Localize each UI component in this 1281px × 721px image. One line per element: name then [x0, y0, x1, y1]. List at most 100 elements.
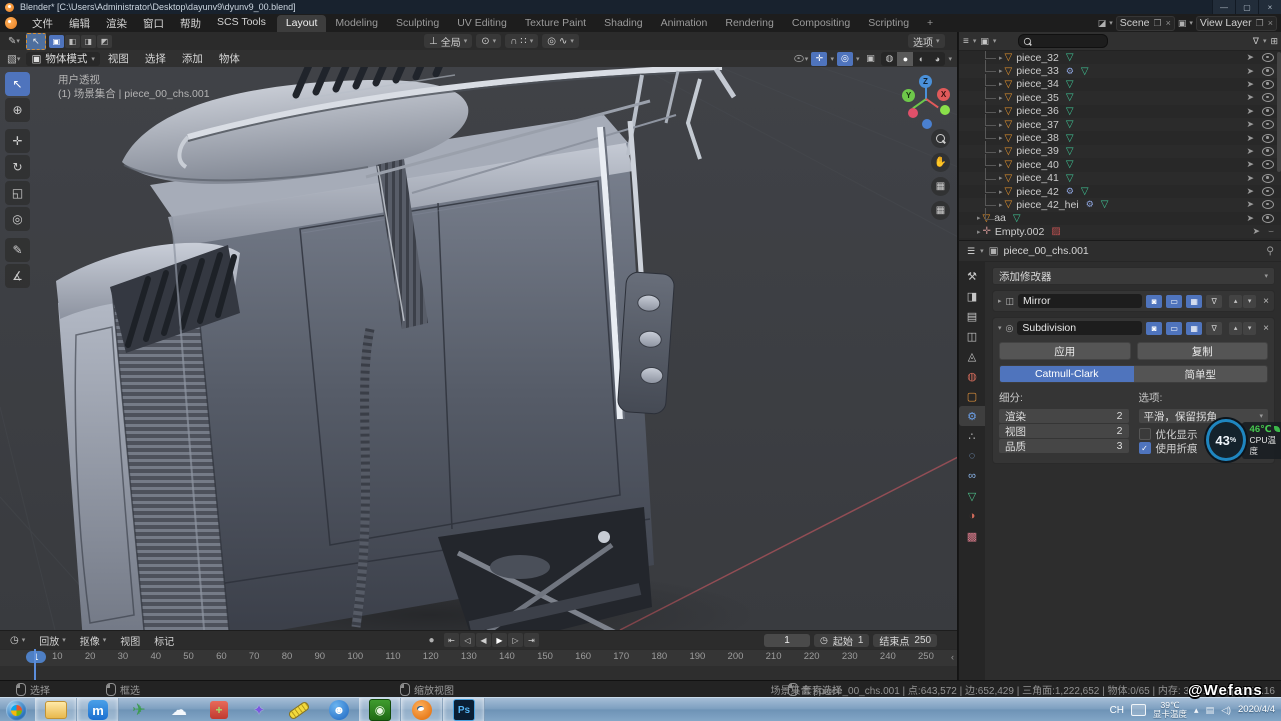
view-layer-dropdown-caret[interactable]: ▾: [1189, 19, 1193, 27]
mode-dropdown[interactable]: ▣ 物体模式 ▾: [26, 52, 99, 66]
perspective-toggle-button[interactable]: ▦: [931, 201, 950, 220]
selectable-flag-icon[interactable]: ➤: [1246, 199, 1254, 210]
selectable-flag-icon[interactable]: ➤: [1246, 106, 1254, 117]
use-preview-range-icon[interactable]: ◷: [820, 635, 828, 646]
selectable-flag-icon[interactable]: ➤: [1246, 186, 1254, 197]
taskbar-app-button[interactable]: m: [77, 698, 119, 721]
mirror-viewport-toggle[interactable]: ▭: [1166, 295, 1182, 308]
eye-icon[interactable]: [1262, 107, 1274, 116]
taskbar-app-button[interactable]: ☻: [319, 698, 359, 721]
properties-tab[interactable]: ▩: [959, 526, 985, 546]
blender-logo-icon[interactable]: [5, 17, 17, 29]
scene-dropdown-caret[interactable]: ▾: [1109, 19, 1113, 27]
select-mode-intersect-icon[interactable]: ◩: [97, 35, 112, 48]
viewport-subdivisions-field[interactable]: 视图2: [999, 424, 1129, 438]
outliner-row[interactable]: ▸ ▽ piece_38 ▽ ➤: [959, 131, 1281, 144]
tool-measure-button[interactable]: ∡: [5, 264, 30, 288]
workspace-tab[interactable]: Rendering: [716, 15, 782, 32]
eye-icon[interactable]: [1262, 80, 1274, 89]
panel-divider[interactable]: [957, 32, 958, 680]
start-button[interactable]: [6, 700, 27, 721]
gizmo-z-neg[interactable]: [922, 119, 932, 129]
mirror-delete-icon[interactable]: ×: [1263, 296, 1269, 307]
selectable-flag-icon[interactable]: ➤: [1246, 119, 1254, 130]
gizmo-y-neg[interactable]: [940, 105, 950, 115]
expand-icon[interactable]: ▸: [999, 188, 1003, 196]
eye-icon[interactable]: [1262, 93, 1274, 102]
mirror-render-toggle[interactable]: ◙: [1146, 295, 1162, 308]
xray-toggle[interactable]: ▣: [862, 52, 878, 66]
viewport-menu-item[interactable]: 视图: [100, 51, 137, 66]
outliner-scrollbar[interactable]: [1277, 52, 1281, 172]
workspace-tab[interactable]: Modeling: [326, 15, 387, 32]
keyboard-icon[interactable]: [1131, 704, 1146, 716]
expand-icon[interactable]: ▸: [999, 121, 1003, 129]
outliner-search[interactable]: [1018, 34, 1108, 48]
optimal-display-checkbox[interactable]: [1139, 428, 1151, 440]
mirror-editmode-toggle[interactable]: ▦: [1186, 295, 1202, 308]
mirror-expand-icon[interactable]: ▸: [998, 297, 1002, 305]
menu-item[interactable]: 编辑: [62, 15, 97, 32]
eye-icon[interactable]: [1262, 67, 1274, 76]
properties-tab[interactable]: ▤: [959, 306, 985, 326]
eye-icon[interactable]: [1262, 200, 1274, 209]
menu-item[interactable]: SCS Tools: [210, 15, 273, 32]
taskbar-app-button[interactable]: ✈: [119, 698, 159, 721]
selectable-flag-icon[interactable]: ➤: [1246, 92, 1254, 103]
minimize-button[interactable]: —: [1212, 0, 1235, 14]
outliner-row[interactable]: ▸ ▽ piece_40 ▽ ➤: [959, 158, 1281, 171]
select-mode-extend-icon[interactable]: ◧: [65, 35, 80, 48]
play-button[interactable]: ▶: [492, 633, 507, 647]
editor-type-selector[interactable]: ▧ ▾: [4, 51, 23, 66]
properties-tab[interactable]: ◍: [959, 366, 985, 386]
workspace-tab[interactable]: Animation: [652, 15, 717, 32]
expand-icon[interactable]: ▸: [999, 107, 1003, 115]
expand-icon[interactable]: ▸: [999, 174, 1003, 182]
select-mode-subtract-icon[interactable]: ◨: [81, 35, 96, 48]
selectable-flag-icon[interactable]: ➤: [1246, 146, 1254, 157]
object-name[interactable]: piece_34: [1016, 78, 1059, 90]
select-mode-new-icon[interactable]: ▣: [49, 35, 64, 48]
subdivision-move-up-icon[interactable]: ▴: [1229, 322, 1242, 335]
camera-view-button[interactable]: ▦: [931, 177, 950, 196]
display-tray-icon[interactable]: ▤: [1206, 705, 1215, 716]
active-tool-selector-icon[interactable]: ✎▾: [5, 34, 23, 49]
subdivision-viewport-toggle[interactable]: ▭: [1166, 322, 1182, 335]
expand-icon[interactable]: ▸: [999, 201, 1003, 209]
expand-icon[interactable]: ▸: [999, 67, 1003, 75]
eye-icon[interactable]: [1262, 147, 1274, 156]
selectable-flag-icon[interactable]: ➤: [1246, 52, 1254, 63]
transform-orientation-dropdown[interactable]: ⊥ 全局 ▾: [424, 34, 472, 48]
menu-item[interactable]: 帮助: [173, 15, 208, 32]
workspace-tab[interactable]: Sculpting: [387, 15, 448, 32]
object-name[interactable]: piece_33: [1016, 65, 1059, 77]
properties-tab[interactable]: ◨: [959, 286, 985, 306]
subdivision-delete-icon[interactable]: ×: [1263, 323, 1269, 334]
scene-copy-icon[interactable]: ❐: [1154, 18, 1162, 29]
view-layer-remove-icon[interactable]: ×: [1268, 18, 1273, 28]
view-layer-copy-icon[interactable]: ❐: [1256, 18, 1264, 29]
selectable-flag-icon[interactable]: ➤: [1253, 226, 1261, 237]
menu-item[interactable]: 渲染: [99, 15, 134, 32]
workspace-tab[interactable]: Texture Paint: [516, 15, 595, 32]
viewport-menu-item[interactable]: 选择: [137, 51, 174, 66]
viewport-3d[interactable]: 用户透视(1) 场景集合 | piece_00_chs.001 ↖ ⊕ ✛ ↻ …: [0, 67, 958, 630]
outliner-row[interactable]: ▸ ▽ piece_42_hei ⚙ ▽ ➤: [959, 198, 1281, 211]
expand-icon[interactable]: ▸: [999, 94, 1003, 102]
playhead[interactable]: [34, 649, 36, 681]
taskbar-app-button[interactable]: ◉: [359, 698, 401, 721]
current-frame-indicator[interactable]: 1: [26, 651, 46, 663]
selectable-flag-icon[interactable]: ➤: [1246, 66, 1254, 77]
add-modifier-dropdown[interactable]: 添加修改器▾: [992, 267, 1275, 285]
tool-annotate-button[interactable]: ✎: [5, 238, 30, 262]
mirror-cage-toggle[interactable]: ∇: [1206, 295, 1222, 308]
workspace-tab[interactable]: Shading: [595, 15, 652, 32]
tool-transform-button[interactable]: ◎: [5, 207, 30, 231]
expand-icon[interactable]: ▸: [999, 134, 1003, 142]
tool-rotate-button[interactable]: ↻: [5, 155, 30, 179]
properties-tab[interactable]: ⚒: [959, 266, 985, 286]
outliner-row[interactable]: ▸ ▽ piece_34 ▽ ➤: [959, 78, 1281, 91]
outliner-row[interactable]: ▸ ▽ piece_32 ▽ ➤: [959, 51, 1281, 64]
taskbar-app-button[interactable]: +: [199, 698, 239, 721]
copy-button[interactable]: 复制: [1137, 342, 1269, 360]
